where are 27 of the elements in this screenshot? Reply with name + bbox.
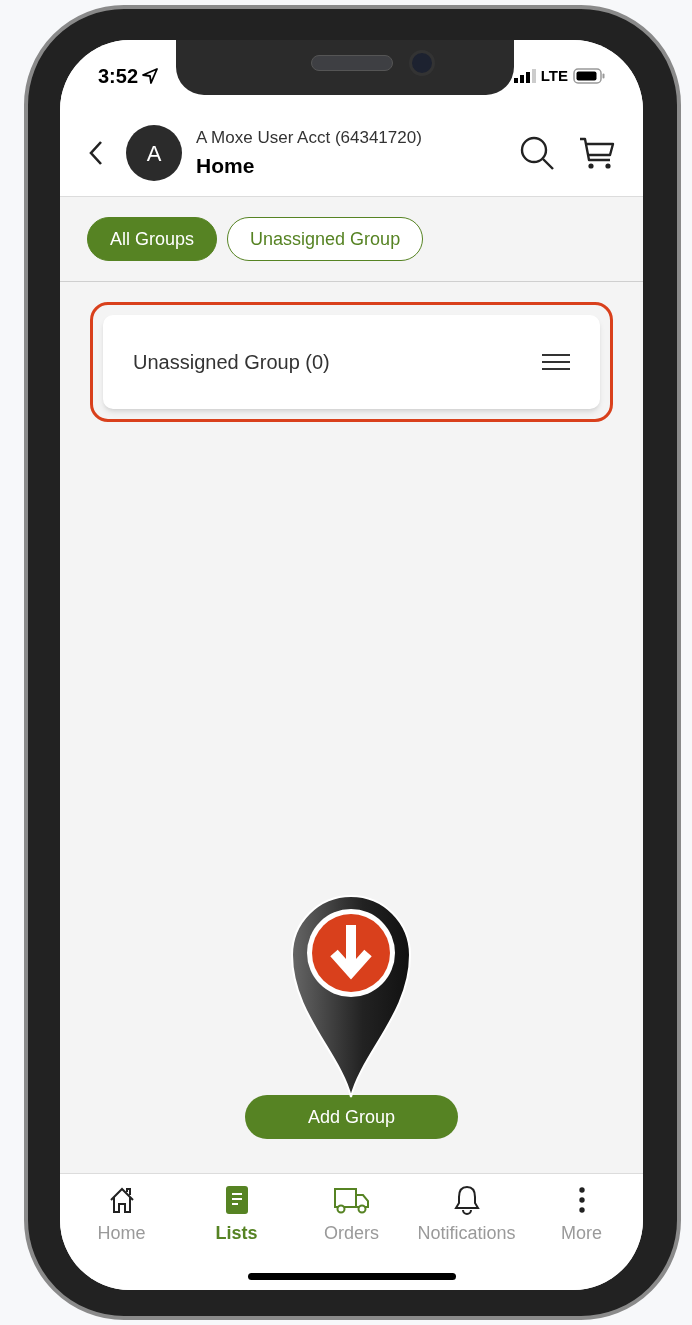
location-arrow-icon xyxy=(142,68,159,84)
download-pin-marker-icon xyxy=(290,893,412,1099)
tab-bar-item[interactable]: Notifications xyxy=(409,1184,524,1247)
filter-chip[interactable]: Unassigned Group xyxy=(227,217,424,261)
group-name: Unassigned Group (0) xyxy=(133,350,330,375)
status-time: 3:52 xyxy=(98,64,139,89)
document-icon xyxy=(225,1186,248,1214)
group-card[interactable]: Unassigned Group (0) xyxy=(103,315,600,409)
tab-bar-item[interactable]: More xyxy=(524,1184,639,1247)
filter-chip[interactable]: All Groups xyxy=(87,217,218,261)
network-label: LTE xyxy=(540,65,568,86)
cart-icon[interactable] xyxy=(579,136,615,170)
more-dots-icon xyxy=(578,1187,585,1213)
menu-icon[interactable] xyxy=(542,353,570,371)
tab-bar-item[interactable]: Orders xyxy=(294,1184,409,1247)
add-group-button[interactable]: Add Group xyxy=(245,1095,458,1139)
tab-bar-item[interactable]: Home xyxy=(64,1184,179,1247)
back-icon[interactable] xyxy=(88,140,104,166)
account-name: A Moxe User Acct (64341720) xyxy=(196,127,422,149)
signal-icon xyxy=(513,69,536,83)
battery-icon xyxy=(573,68,605,84)
tab-bar-item[interactable]: Lists xyxy=(179,1184,294,1247)
truck-icon xyxy=(333,1186,370,1214)
avatar: A xyxy=(126,125,182,181)
bell-icon xyxy=(453,1185,480,1215)
page-title: Home xyxy=(196,152,256,179)
search-icon[interactable] xyxy=(519,135,555,171)
